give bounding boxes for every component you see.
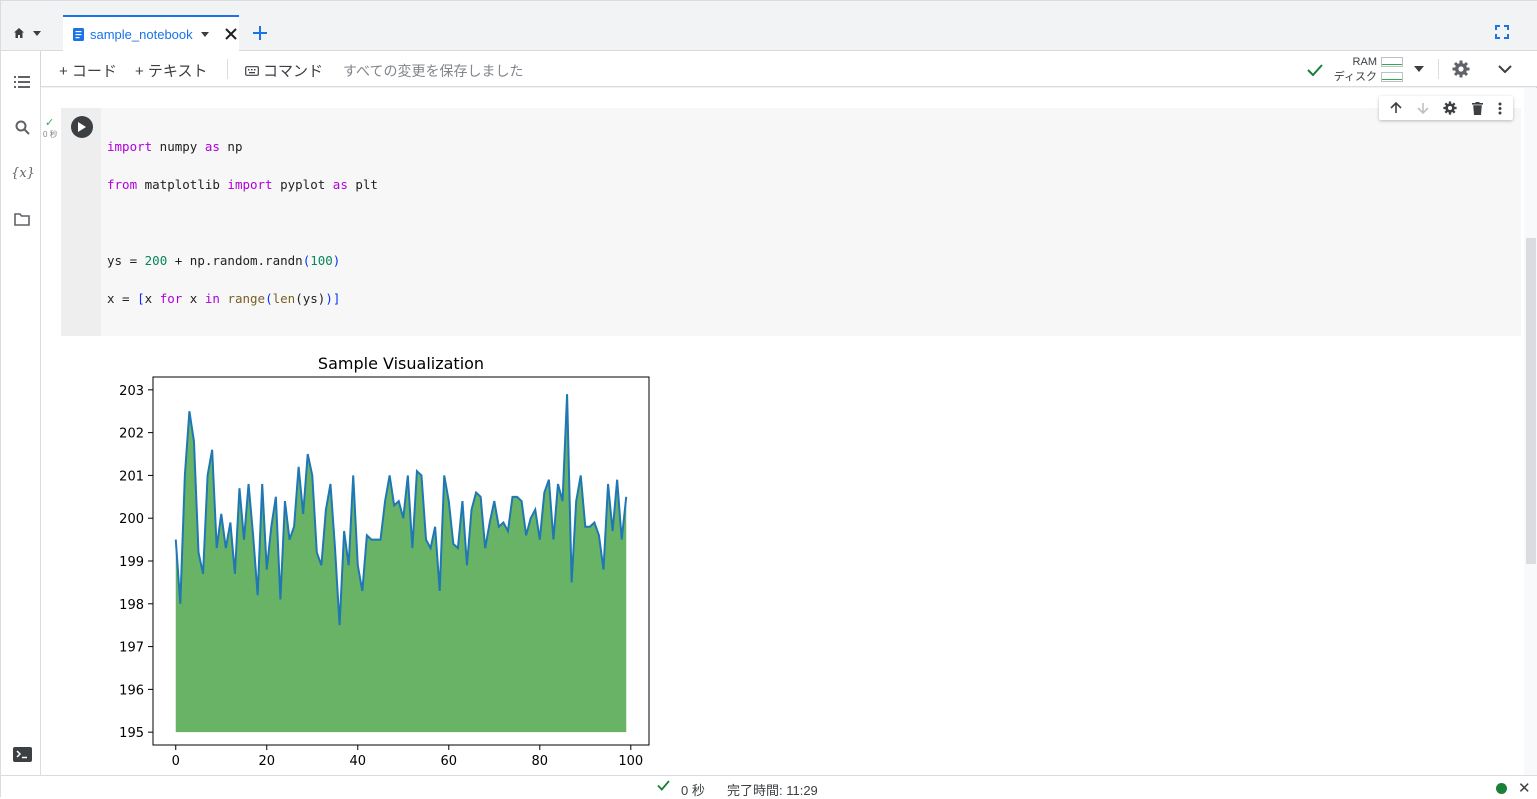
ram-usage-bar <box>1381 57 1403 67</box>
chart-x-tick-label: 100 <box>618 754 643 769</box>
move-down-icon[interactable] <box>1417 102 1429 114</box>
tab-notebook[interactable]: sample_notebook <box>63 15 239 51</box>
variables-icon: {x} <box>11 165 35 181</box>
chart-fill-area <box>175 394 627 733</box>
disk-label: ディスク <box>1333 71 1377 83</box>
code-line: import numpy as np <box>107 139 243 154</box>
run-cell-button[interactable] <box>71 116 93 138</box>
command-label: コマンド <box>263 63 324 80</box>
home-menu[interactable] <box>13 21 53 45</box>
notebook-title: sample_notebook <box>90 26 193 42</box>
add-text-button[interactable]: + テキスト <box>135 60 207 81</box>
connection-status-dot <box>1496 783 1507 794</box>
close-icon[interactable] <box>224 28 237 40</box>
collapse-icon[interactable] <box>1498 65 1512 73</box>
chart-y-tick-label: 201 <box>119 469 144 484</box>
chart-x-tick-label: 60 <box>441 754 458 769</box>
move-up-icon[interactable] <box>1390 102 1402 114</box>
play-icon <box>78 122 86 132</box>
plus-icon <box>253 26 267 40</box>
exec-time: 0 秒 <box>43 130 58 139</box>
disk-usage-bar <box>1381 72 1403 82</box>
chart-x-tick-label: 0 <box>172 754 180 769</box>
notebook-toolbar: + コード + テキスト コマンド すべての変更を保存しました RAM ディスク <box>41 51 1537 87</box>
table-of-contents-button[interactable] <box>13 73 31 91</box>
save-status: すべての変更を保存しました <box>343 63 524 79</box>
search-icon <box>15 120 30 135</box>
resource-labels: RAM ディスク <box>1329 55 1377 85</box>
chart-y-tick-label: 202 <box>119 427 144 442</box>
chart-y-tick-label: 196 <box>119 683 144 698</box>
code-line: x = [x for x in range(len(ys))] <box>107 291 341 306</box>
status-elapsed: 0 秒 <box>681 783 705 798</box>
cell-toolbar <box>1379 96 1513 120</box>
resource-monitor[interactable]: RAM ディスク <box>1307 55 1427 85</box>
new-tab-button[interactable] <box>253 23 267 43</box>
terminal-icon <box>16 750 27 759</box>
toolbar-divider <box>1438 59 1439 79</box>
code-cell[interactable]: import numpy as np from matplotlib impor… <box>61 108 1521 534</box>
status-check-icon <box>657 780 670 791</box>
left-rail: {x} <box>1 51 41 775</box>
toolbar-divider <box>227 59 228 79</box>
chart-x-tick-label: 40 <box>349 754 366 769</box>
command-palette-button[interactable]: コマンド <box>245 60 323 81</box>
list-icon <box>14 76 30 88</box>
delete-icon[interactable] <box>1472 101 1484 115</box>
runtime-dropdown-icon[interactable] <box>1414 66 1424 72</box>
fullscreen-icon <box>1495 25 1509 39</box>
fullscreen-button[interactable] <box>1495 25 1509 44</box>
chart-y-tick-label: 197 <box>119 641 144 656</box>
app-window: sample_notebook {x} + コード + テキスト コマンド すべ… <box>0 0 1537 798</box>
folder-icon <box>14 212 30 226</box>
exec-success-icon: ✓ <box>45 117 55 129</box>
chart-y-tick-label: 199 <box>119 555 144 570</box>
chart-y-tick-label: 195 <box>119 726 144 741</box>
variables-button[interactable]: {x} <box>11 164 35 182</box>
sample-chart: 0 20 40 60 80 100 195 196 197 198 199 200 201 202 203 S… <box>119 354 650 769</box>
code-line: ys = 200 + np.random.randn(100) <box>107 253 341 268</box>
notebook-icon <box>73 27 84 41</box>
connected-check-icon <box>1307 64 1323 76</box>
chart-y-tick-label: 198 <box>119 598 144 613</box>
code-line: from matplotlib import pyplot as plt <box>107 177 378 192</box>
tab-bar: sample_notebook <box>1 1 1537 51</box>
ram-label: RAM <box>1352 56 1377 68</box>
more-vert-icon[interactable] <box>1498 102 1502 115</box>
close-status-button[interactable]: ✕ <box>1518 779 1531 797</box>
scrollbar-thumb[interactable] <box>1526 238 1536 564</box>
chart-title: Sample Visualization <box>318 354 484 373</box>
settings-icon[interactable] <box>1452 60 1470 78</box>
cell-output: 0 20 40 60 80 100 195 196 197 198 199 200 201 202 203 S… <box>61 336 1521 776</box>
status-completed: 完了時間: 11:29 <box>727 783 818 798</box>
cell-gutter <box>61 108 101 336</box>
home-icon <box>14 28 24 38</box>
add-code-button[interactable]: + コード <box>59 60 117 81</box>
search-button[interactable] <box>13 118 31 136</box>
caret-down-icon <box>33 30 41 36</box>
chart-y-tick-label: 203 <box>119 384 144 399</box>
terminal-button[interactable] <box>13 747 32 762</box>
chart-y-tick-label: 200 <box>119 512 144 527</box>
files-button[interactable] <box>13 210 31 228</box>
notebook-scrollbar[interactable] <box>1524 88 1537 775</box>
notebook-area: ✓ 0 秒 import numpy as np from matplotlib… <box>41 88 1537 776</box>
chart-x-tick-label: 80 <box>532 754 549 769</box>
chart-x-tick-label: 20 <box>258 754 275 769</box>
cell-settings-icon[interactable] <box>1443 101 1458 115</box>
status-bar: 0 秒 完了時間: 11:29 ✕ <box>1 775 1537 798</box>
keyboard-icon <box>245 65 259 76</box>
caret-down-icon[interactable] <box>200 31 209 37</box>
